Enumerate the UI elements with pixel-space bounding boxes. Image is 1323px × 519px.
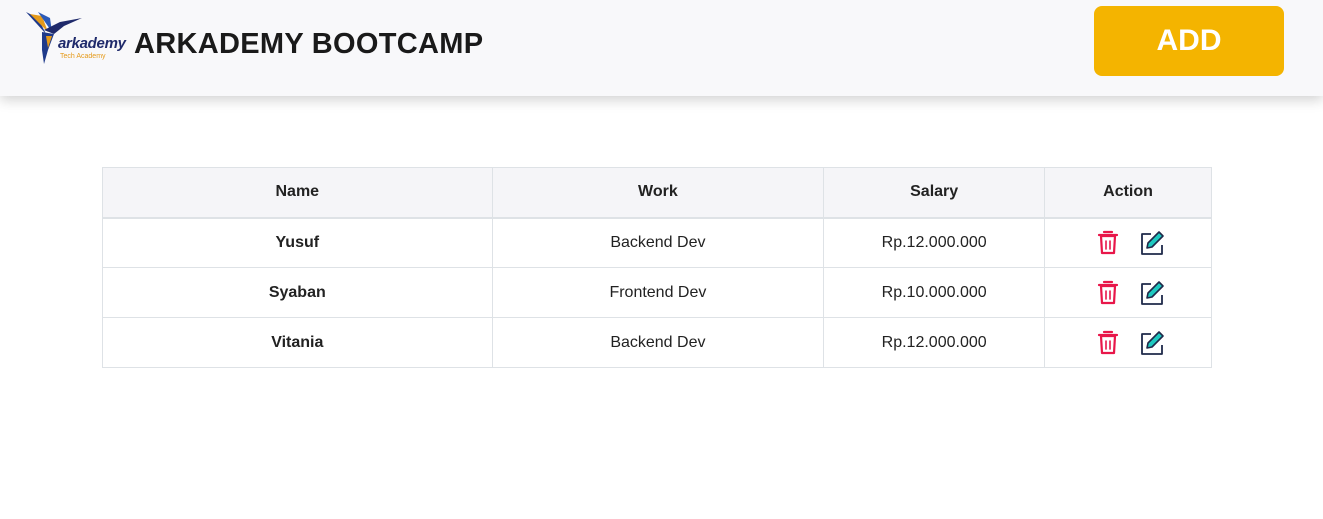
row-actions	[1045, 280, 1211, 306]
column-header-salary: Salary	[823, 167, 1046, 219]
header-row: Name Work Salary Action	[102, 167, 1212, 219]
edit-icon[interactable]	[1139, 330, 1165, 356]
trash-icon[interactable]	[1095, 330, 1121, 356]
cell-action	[1044, 267, 1212, 318]
edit-icon[interactable]	[1139, 230, 1165, 256]
table-row: Yusuf Backend Dev Rp.12.000.000	[102, 217, 1212, 268]
cell-work: Backend Dev	[491, 217, 825, 268]
table-body: Yusuf Backend Dev Rp.12.000.000 Syaban F…	[102, 217, 1212, 368]
cell-work: Backend Dev	[491, 317, 825, 368]
cell-salary: Rp.10.000.000	[823, 267, 1046, 318]
table-header: Name Work Salary Action	[102, 167, 1212, 219]
trash-icon[interactable]	[1095, 280, 1121, 306]
cell-salary: Rp.12.000.000	[823, 217, 1046, 268]
cell-name: Syaban	[102, 267, 493, 318]
cell-action	[1044, 217, 1212, 268]
table-row: Vitania Backend Dev Rp.12.000.000	[102, 317, 1212, 368]
row-actions	[1045, 230, 1211, 256]
logo-wordmark: arkademy	[58, 35, 126, 52]
column-header-name: Name	[102, 167, 493, 219]
column-header-work: Work	[491, 167, 825, 219]
table-row: Syaban Frontend Dev Rp.10.000.000	[102, 267, 1212, 318]
trash-icon[interactable]	[1095, 230, 1121, 256]
app-header: arkademy Tech Academy ARKADEMY BOOTCAMP …	[0, 0, 1323, 96]
cell-name: Vitania	[102, 317, 493, 368]
row-actions	[1045, 330, 1211, 356]
cell-work: Frontend Dev	[491, 267, 825, 318]
page-title: ARKADEMY BOOTCAMP	[134, 28, 484, 60]
cell-action	[1044, 317, 1212, 368]
column-header-action: Action	[1044, 167, 1212, 219]
add-button[interactable]: ADD	[1094, 6, 1284, 76]
cell-salary: Rp.12.000.000	[823, 317, 1046, 368]
logo-tagline: Tech Academy	[60, 53, 106, 60]
edit-icon[interactable]	[1139, 280, 1165, 306]
employee-table: Name Work Salary Action Yusuf Backend De…	[102, 167, 1212, 368]
arkademy-logo: arkademy Tech Academy	[24, 10, 126, 66]
cell-name: Yusuf	[102, 217, 493, 268]
